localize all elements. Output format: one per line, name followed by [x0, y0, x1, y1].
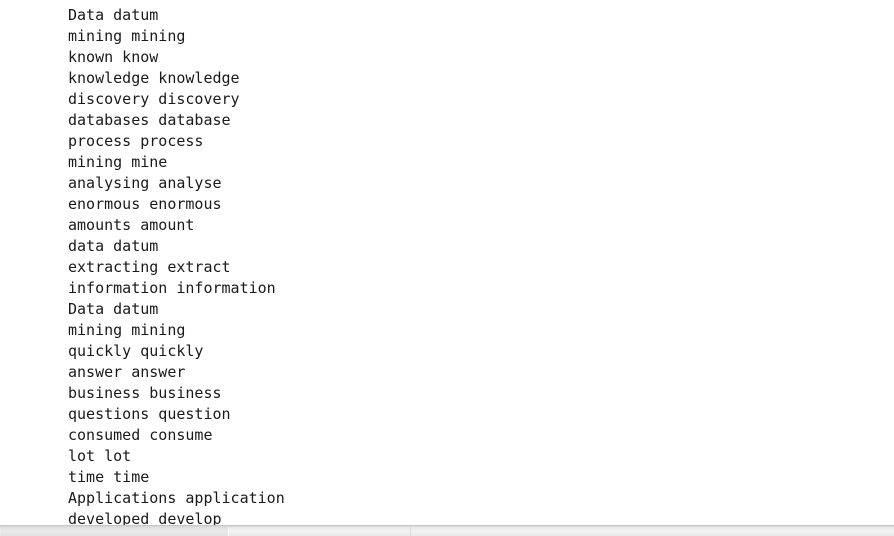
- output-line: mining mining: [68, 321, 186, 339]
- horizontal-scroll-track-notch: [410, 527, 411, 536]
- output-line: known know: [68, 48, 159, 66]
- horizontal-scrollbar[interactable]: [0, 525, 894, 536]
- output-line: lot lot: [68, 447, 132, 465]
- output-line: Data datum: [68, 6, 159, 24]
- output-line: information information: [68, 279, 276, 297]
- output-line: data datum: [68, 237, 159, 255]
- horizontal-scroll-track[interactable]: [230, 527, 894, 536]
- output-line: amounts amount: [68, 216, 195, 234]
- output-line: analysing analyse: [68, 174, 222, 192]
- output-line: databases database: [68, 111, 231, 129]
- console-text-output[interactable]: Data datum mining mining known know know…: [0, 0, 894, 526]
- output-line: developed develop: [68, 510, 222, 526]
- output-line: Applications application: [68, 489, 285, 507]
- output-line: questions question: [68, 405, 231, 423]
- output-line: quickly quickly: [68, 342, 204, 360]
- output-line: mining mine: [68, 153, 168, 171]
- output-line: extracting extract: [68, 258, 231, 276]
- output-line: answer answer: [68, 363, 186, 381]
- output-line: business business: [68, 384, 222, 402]
- output-line: time time: [68, 468, 150, 486]
- output-line: mining mining: [68, 27, 186, 45]
- output-line: enormous enormous: [68, 195, 222, 213]
- output-line: Data datum: [68, 300, 159, 318]
- output-line: discovery discovery: [68, 90, 240, 108]
- output-line: process process: [68, 132, 204, 150]
- console-output-panel[interactable]: Data datum mining mining known know know…: [0, 0, 894, 536]
- output-line: knowledge knowledge: [68, 69, 240, 87]
- output-line: consumed consume: [68, 426, 213, 444]
- horizontal-scroll-thumb[interactable]: [1, 527, 229, 536]
